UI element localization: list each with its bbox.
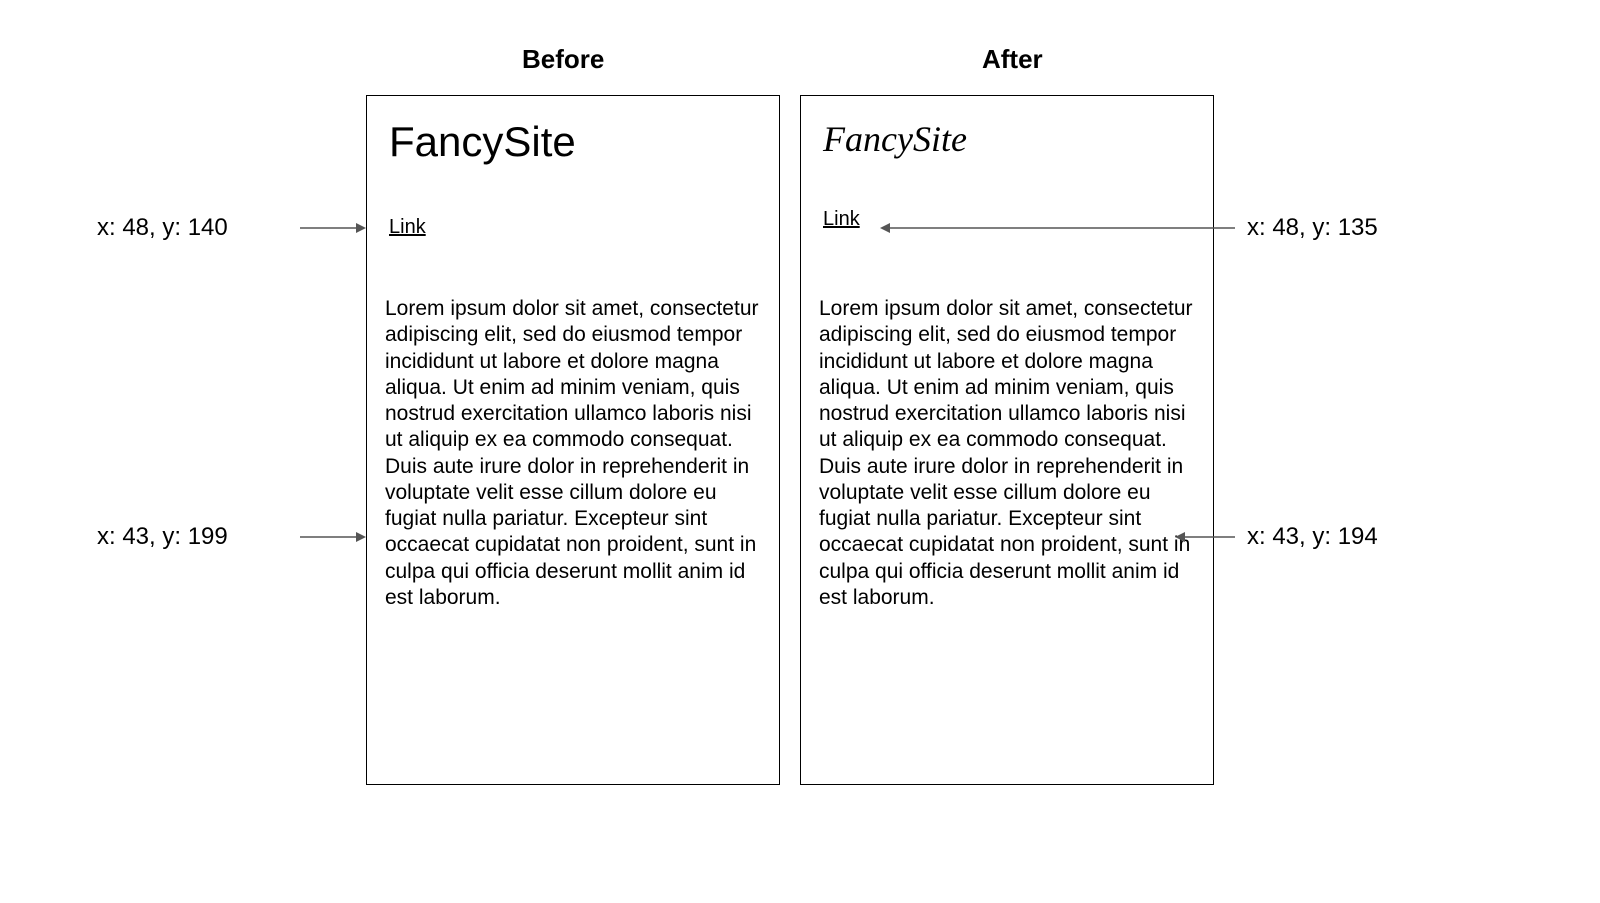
link-before[interactable]: Link bbox=[389, 216, 426, 239]
annotation-after-body: x: 43, y: 194 bbox=[1247, 523, 1378, 551]
heading-before: Before bbox=[522, 44, 604, 75]
arrow-right-icon bbox=[300, 220, 366, 236]
arrow-right-icon bbox=[300, 529, 366, 545]
site-title-after: FancySite bbox=[823, 118, 967, 160]
body-text-before: Lorem ipsum dolor sit amet, consectetur … bbox=[385, 296, 770, 611]
annotation-before-link: x: 48, y: 140 bbox=[97, 214, 228, 242]
link-after[interactable]: Link bbox=[823, 208, 860, 231]
annotation-after-link: x: 48, y: 135 bbox=[1247, 214, 1378, 242]
panel-after: FancySite Link Lorem ipsum dolor sit ame… bbox=[800, 95, 1214, 785]
body-text-after: Lorem ipsum dolor sit amet, consectetur … bbox=[819, 296, 1204, 611]
annotation-before-body: x: 43, y: 199 bbox=[97, 523, 228, 551]
panel-before: FancySite Link Lorem ipsum dolor sit ame… bbox=[366, 95, 780, 785]
arrow-left-icon bbox=[880, 220, 1235, 236]
site-title-before: FancySite bbox=[389, 118, 576, 166]
heading-after: After bbox=[982, 44, 1043, 75]
arrow-left-icon bbox=[1175, 529, 1235, 545]
